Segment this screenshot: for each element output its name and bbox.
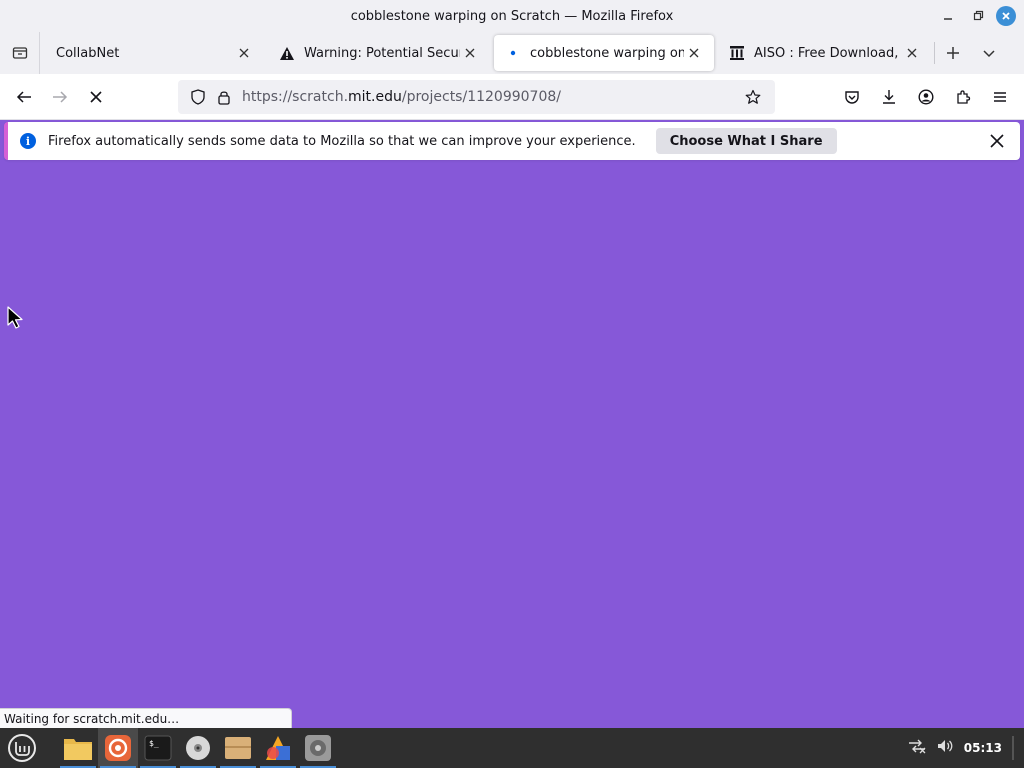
show-desktop-button[interactable] (1012, 736, 1014, 760)
back-button[interactable] (6, 79, 42, 115)
tab-strip: CollabNet Warning: Potential Security Ri… (0, 32, 1024, 74)
notification-close-button[interactable] (986, 130, 1008, 152)
plus-icon (947, 47, 959, 59)
system-taskbar: $_ 05:13 (0, 728, 1024, 768)
hamburger-menu-icon (994, 92, 1006, 102)
firefox-icon (105, 735, 131, 761)
volume-icon[interactable] (936, 738, 954, 758)
loading-dot-icon (504, 49, 522, 57)
page-content[interactable] (0, 166, 1024, 728)
status-panel: Waiting for scratch.mit.edu… (0, 708, 292, 728)
data-collection-notification: i Firefox automatically sends some data … (4, 122, 1020, 160)
toolbar-right (834, 79, 1018, 115)
forward-button[interactable] (42, 79, 78, 115)
taskbar-image-viewer[interactable] (258, 728, 298, 768)
window-titlebar: cobblestone warping on Scratch — Mozilla… (0, 0, 1024, 32)
tab-security-warning[interactable]: Warning: Potential Security Risk Ahead (268, 35, 490, 71)
list-all-tabs-button[interactable] (971, 35, 1007, 71)
address-bar[interactable]: https://scratch.mit.edu/projects/1120990… (178, 80, 775, 114)
maximize-button[interactable] (966, 4, 990, 28)
url-path: /projects/1120990708/ (401, 89, 561, 105)
close-icon (907, 48, 917, 58)
taskbar-archive-manager[interactable] (218, 728, 258, 768)
terminal-icon: $_ (144, 735, 172, 761)
mouse-cursor-icon (6, 306, 26, 334)
choose-what-i-share-button[interactable]: Choose What I Share (655, 128, 837, 154)
window-title: cobblestone warping on Scratch — Mozilla… (350, 8, 674, 24)
taskbar-firefox[interactable] (98, 728, 138, 768)
svg-text:$_: $_ (149, 739, 159, 748)
tab-label: CollabNet (56, 45, 120, 61)
package-icon (225, 737, 251, 759)
window-controls (936, 4, 1016, 28)
image-viewer-icon (266, 736, 290, 760)
minimize-icon (944, 18, 952, 20)
taskbar-disc[interactable] (178, 728, 218, 768)
close-icon (689, 48, 699, 58)
taskbar-clock[interactable]: 05:13 (964, 741, 1002, 755)
app-menu-button[interactable] (982, 79, 1018, 115)
firefox-view-button[interactable] (0, 32, 40, 74)
url-prefix: https://scratch. (242, 89, 349, 105)
taskbar-files[interactable] (58, 728, 98, 768)
extensions-button[interactable] (945, 79, 981, 115)
close-icon (465, 48, 475, 58)
account-button[interactable] (908, 79, 944, 115)
download-icon (883, 90, 895, 104)
notification-text: Firefox automatically sends some data to… (48, 133, 636, 149)
close-icon (239, 48, 249, 58)
arrow-left-icon (16, 90, 31, 103)
start-menu-button[interactable] (0, 728, 44, 768)
disc-icon (186, 736, 210, 760)
taskbar-terminal[interactable]: $_ (138, 728, 178, 768)
tab-close-button[interactable] (902, 43, 922, 63)
close-window-button[interactable] (996, 6, 1016, 26)
pocket-button[interactable] (834, 79, 870, 115)
warning-icon (278, 46, 296, 61)
tracking-protection-icon[interactable] (186, 89, 210, 105)
tab-close-button[interactable] (460, 43, 480, 63)
tab-collabnet[interactable]: CollabNet (42, 35, 264, 71)
linux-mint-logo-icon (8, 734, 36, 762)
account-icon (918, 89, 934, 105)
network-disconnected-icon[interactable] (908, 738, 926, 758)
folder-icon (64, 739, 92, 760)
tab-close-button[interactable] (234, 43, 254, 63)
disk-icon (305, 735, 331, 761)
pocket-icon (845, 91, 859, 104)
tab-label: cobblestone warping on Scratch (530, 45, 684, 61)
lock-icon[interactable] (212, 89, 236, 105)
stop-button[interactable] (78, 79, 114, 115)
tab-scratch-project[interactable]: cobblestone warping on Scratch (494, 35, 714, 71)
tab-label: Warning: Potential Security Risk Ahead (304, 45, 460, 61)
minimize-button[interactable] (936, 4, 960, 28)
info-icon: i (20, 133, 36, 149)
tab-archive[interactable]: AISO : Free Download, Borrow, and Stream… (718, 35, 932, 71)
stop-icon (90, 90, 102, 103)
tab-close-button[interactable] (684, 43, 704, 63)
puzzle-icon (957, 90, 971, 104)
navigation-toolbar: https://scratch.mit.edu/projects/1120990… (0, 74, 1024, 120)
arrow-right-icon (53, 90, 68, 103)
tab-label: AISO : Free Download, Borrow, and Stream… (754, 45, 902, 61)
chevron-down-icon (983, 50, 995, 58)
archive-icon (728, 45, 746, 61)
system-tray: 05:13 (908, 728, 1024, 768)
downloads-button[interactable] (871, 79, 907, 115)
taskbar-disk-utility[interactable] (298, 728, 338, 768)
firefox-view-icon (12, 47, 27, 59)
restore-icon (973, 10, 984, 21)
close-icon (1002, 12, 1010, 20)
new-tab-button[interactable] (935, 35, 971, 71)
url-domain: mit.edu (348, 89, 402, 105)
close-icon (990, 134, 1004, 148)
bookmark-star-icon[interactable] (741, 89, 765, 105)
url-input[interactable]: https://scratch.mit.edu/projects/1120990… (238, 89, 741, 105)
taskbar-items: $_ (58, 728, 338, 768)
